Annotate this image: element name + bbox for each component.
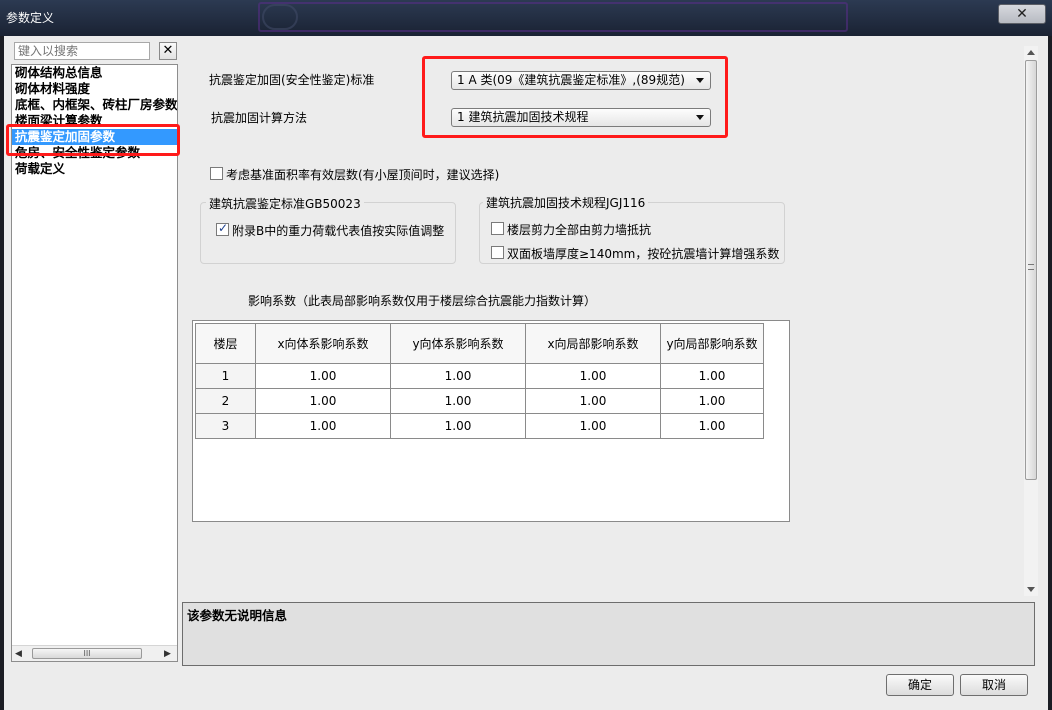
scroll-thumb[interactable] [1025,60,1037,480]
table-cell[interactable]: 1.00 [525,363,661,389]
table-caption: 影响系数（此表局部影响系数仅用于楼层综合抗震能力指数计算） [248,294,597,308]
tree-item-load-definition[interactable]: 荷载定义 [12,161,177,177]
table-row: 3 1.00 1.00 1.00 1.00 [195,413,764,439]
table-cell[interactable]: 1.00 [255,388,391,414]
col-header-x-system: x向体系影响系数 [255,323,391,364]
highlight-box-selects [422,56,728,138]
col-header-y-system: y向体系影响系数 [390,323,526,364]
scroll-left-icon[interactable]: ◀ [15,649,22,659]
col-header-floor: 楼层 [195,323,256,364]
table-cell[interactable]: 1.00 [390,363,526,389]
table-cell[interactable]: 1.00 [255,363,391,389]
scroll-down-icon[interactable] [1027,587,1035,592]
double-slab-checkbox[interactable] [491,246,504,259]
coefficient-table-container[interactable]: 楼层 x向体系影响系数 y向体系影响系数 x向局部影响系数 y向局部影响系数 1… [192,320,790,522]
cancel-button[interactable]: 取消 [960,674,1028,696]
description-text: 该参数无说明信息 [187,608,288,623]
table-row: 2 1.00 1.00 1.00 1.00 [195,388,764,414]
ok-button[interactable]: 确定 [886,674,954,696]
row-floor: 3 [195,413,256,439]
table-cell[interactable]: 1.00 [660,413,764,439]
consider-area-label: 考虑基准面积率有效层数(有小屋顶间时，建议选择) [226,168,500,182]
method-label: 抗震加固计算方法 [211,111,308,125]
col-header-y-local: y向局部影响系数 [660,323,764,364]
tree-item-frame-params[interactable]: 底框、内框架、砖柱厂房参数 [12,97,177,113]
tree-horizontal-scrollbar[interactable]: ◀ III ▶ [12,645,177,661]
table-cell[interactable]: 1.00 [390,413,526,439]
dialog-client-area: ✕ 砌体结构总信息 砌体材料强度 底框、内框架、砖柱厂房参数 楼面梁计算参数 抗… [4,36,1048,710]
table-cell[interactable]: 1.00 [525,413,661,439]
row-floor: 2 [195,388,256,414]
table-cell[interactable]: 1.00 [390,388,526,414]
title-bar: 参数定义 ✕ [0,0,1052,36]
group-gb50023-title: 建筑抗震鉴定标准GB50023 [206,195,364,212]
search-input[interactable] [14,42,150,60]
background-decoration [258,2,848,32]
highlight-box-tree [6,124,180,156]
tree-item-masonry-strength[interactable]: 砌体材料强度 [12,81,177,97]
consider-area-checkbox[interactable] [210,167,223,180]
table-cell[interactable]: 1.00 [660,388,764,414]
scroll-up-icon[interactable] [1027,50,1035,55]
grip-icon [1028,264,1034,270]
shear-wall-label: 楼层剪力全部由剪力墙抵抗 [507,223,652,237]
double-slab-label: 双面板墙厚度≥140mm，按砼抗震墙计算增强系数 [507,247,780,261]
table-cell[interactable]: 1.00 [660,363,764,389]
main-vertical-scrollbar[interactable] [1024,46,1038,596]
scroll-right-icon[interactable]: ▶ [164,649,171,659]
appendix-b-label: 附录B中的重力荷载代表值按实际值调整 [232,224,445,238]
window-title: 参数定义 [6,11,55,25]
tree-item-masonry-general[interactable]: 砌体结构总信息 [12,65,177,81]
standard-label: 抗震鉴定加固(安全性鉴定)标准 [209,73,375,87]
group-jgj116-title: 建筑抗震加固技术规程JGJ116 [483,194,649,211]
description-panel: 该参数无说明信息 [182,602,1035,666]
table-cell[interactable]: 1.00 [525,388,661,414]
scroll-thumb[interactable]: III [32,648,142,659]
clear-search-icon[interactable]: ✕ [159,42,177,60]
shear-wall-checkbox[interactable] [491,222,504,235]
col-header-x-local: x向局部影响系数 [525,323,661,364]
table-row: 1 1.00 1.00 1.00 1.00 [195,363,764,389]
coefficient-table: 楼层 x向体系影响系数 y向体系影响系数 x向局部影响系数 y向局部影响系数 1… [195,323,764,439]
appendix-b-checkbox[interactable] [216,221,229,236]
close-button[interactable]: ✕ [998,4,1046,24]
background-decoration-ring [262,4,298,30]
row-floor: 1 [195,363,256,389]
table-cell[interactable]: 1.00 [255,413,391,439]
